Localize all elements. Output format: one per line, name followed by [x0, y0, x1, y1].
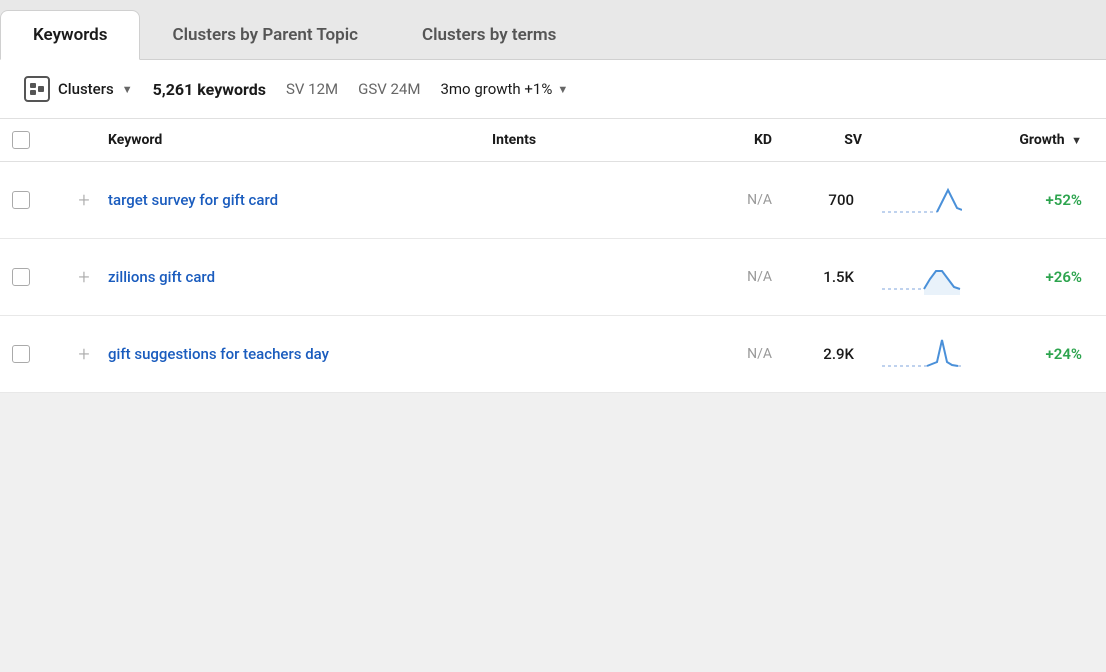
toolbar: Clusters ▼ 5,261 keywords SV 12M GSV 24M… — [0, 60, 1106, 119]
row1-sv: 700 — [772, 191, 862, 209]
tab-bar: Keywords Clusters by Parent Topic Cluste… — [0, 0, 1106, 60]
tab-clusters-parent[interactable]: Clusters by Parent Topic — [140, 11, 390, 59]
sv-stat: SV 12M — [286, 80, 338, 98]
row2-add-button[interactable]: + — [60, 265, 108, 289]
select-all-checkbox[interactable] — [12, 131, 60, 149]
table-header-row: Keyword Intents KD SV Growth ▼ — [0, 119, 1106, 162]
row3-sparkline — [862, 334, 982, 374]
row1-checkbox[interactable] — [12, 191, 60, 209]
table-row: + gift suggestions for teachers day N/A … — [0, 316, 1106, 393]
clusters-chevron-icon: ▼ — [122, 83, 133, 96]
row2-sparkline — [862, 257, 982, 297]
growth-label: 3mo growth +1% — [440, 80, 552, 98]
row3-growth: +24% — [982, 345, 1082, 363]
keywords-count: 5,261 keywords — [153, 80, 266, 99]
row2-kd: N/A — [692, 269, 772, 285]
th-sv: SV — [772, 132, 862, 148]
row3-keyword-link[interactable]: gift suggestions for teachers day — [108, 345, 329, 363]
clusters-label: Clusters — [58, 80, 114, 98]
main-container: Keywords Clusters by Parent Topic Cluste… — [0, 0, 1106, 672]
row1-sparkline — [862, 180, 982, 220]
tab-keywords[interactable]: Keywords — [0, 10, 140, 60]
row1-add-button[interactable]: + — [60, 188, 108, 212]
th-intents: Intents — [492, 132, 692, 148]
th-keyword: Keyword — [108, 132, 492, 148]
growth-sort-icon[interactable]: ▼ — [1071, 134, 1082, 147]
row2-growth: +26% — [982, 268, 1082, 286]
row1-kd: N/A — [692, 192, 772, 208]
row3-kd: N/A — [692, 346, 772, 362]
tab-clusters-terms[interactable]: Clusters by terms — [390, 11, 588, 59]
row2-checkbox[interactable] — [12, 268, 60, 286]
table-row: + target survey for gift card N/A 700 +5… — [0, 162, 1106, 239]
th-kd: KD — [692, 132, 772, 148]
table-row: + zillions gift card N/A 1.5K +26% — [0, 239, 1106, 316]
tab-clusters-terms-label: Clusters by terms — [422, 25, 556, 45]
row3-sv: 2.9K — [772, 345, 862, 363]
growth-dropdown[interactable]: 3mo growth +1% ▼ — [440, 80, 568, 98]
row2-sv: 1.5K — [772, 268, 862, 286]
row2-keyword-link[interactable]: zillions gift card — [108, 268, 215, 286]
row1-growth: +52% — [982, 191, 1082, 209]
th-growth: Growth ▼ — [982, 132, 1082, 148]
tab-keywords-label: Keywords — [33, 25, 107, 45]
row1-keyword-link[interactable]: target survey for gift card — [108, 191, 278, 209]
growth-chevron-icon: ▼ — [557, 83, 568, 96]
tab-clusters-parent-label: Clusters by Parent Topic — [172, 25, 358, 45]
row3-add-button[interactable]: + — [60, 342, 108, 366]
clusters-icon — [24, 76, 50, 102]
keywords-table: Keyword Intents KD SV Growth ▼ + target … — [0, 119, 1106, 393]
gsv-stat: GSV 24M — [358, 80, 420, 98]
clusters-button[interactable]: Clusters ▼ — [24, 76, 133, 102]
row3-checkbox[interactable] — [12, 345, 60, 363]
